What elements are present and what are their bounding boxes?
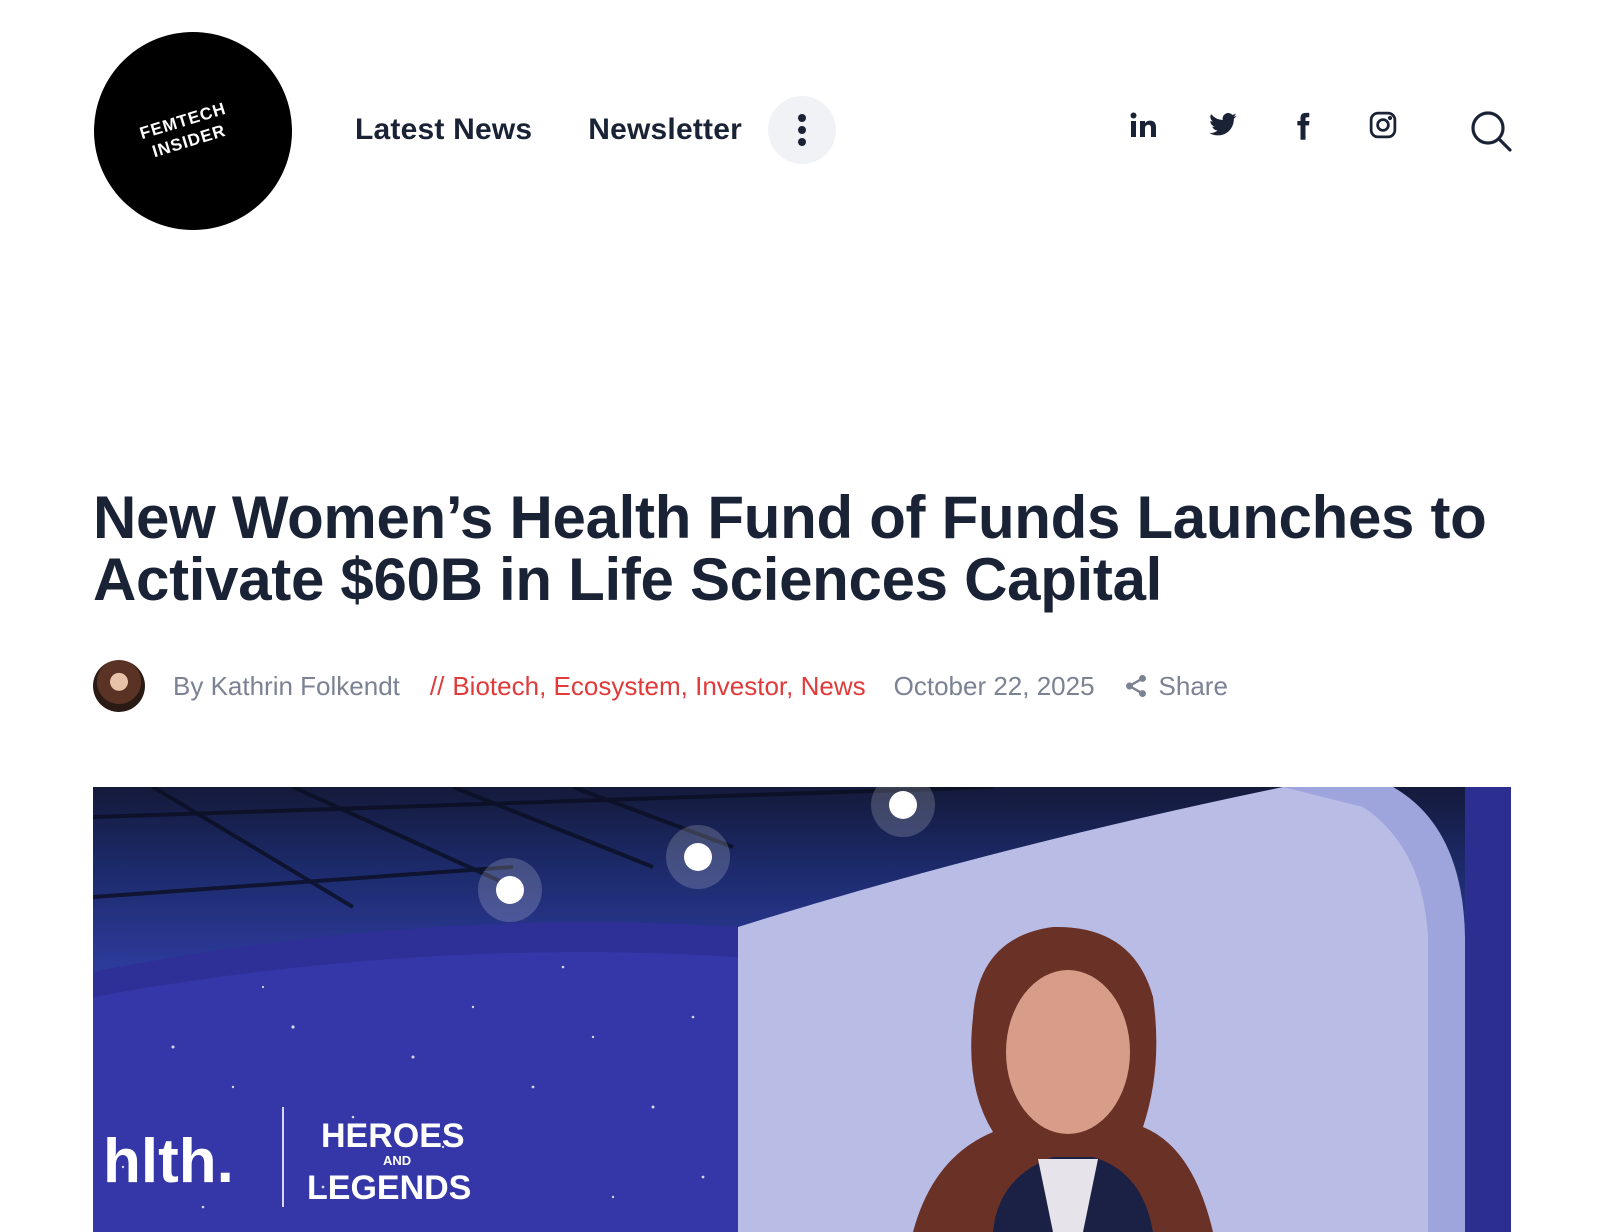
category-prefix: // (429, 670, 445, 701)
share-label: Share (1158, 670, 1228, 701)
article-categories[interactable]: //Biotech, Ecosystem, Investor, News (430, 671, 866, 702)
instagram-icon[interactable] (1368, 110, 1408, 150)
author-name[interactable]: By Kathrin Folkendt (173, 671, 400, 702)
svg-text:AND: AND (383, 1153, 411, 1168)
svg-text:hlth.: hlth. (103, 1127, 234, 1196)
svg-text:LEGENDS: LEGENDS (307, 1169, 471, 1207)
author-avatar[interactable] (93, 660, 145, 712)
main-nav: Latest News Newsletter (355, 96, 836, 164)
more-menu-button[interactable] (768, 96, 836, 164)
category-list[interactable]: Biotech, Ecosystem, Investor, News (452, 671, 865, 701)
featured-image: hlth. HEROES AND LEGENDS (93, 787, 1511, 1232)
nav-item-newsletter[interactable]: Newsletter (588, 113, 742, 147)
twitter-icon[interactable] (1208, 110, 1248, 150)
site-logo[interactable]: FEMTECH INSIDER (94, 32, 292, 230)
share-icon (1125, 674, 1146, 698)
article-title: New Women’s Health Fund of Funds Launche… (93, 484, 1487, 613)
nav-item-latest-news[interactable]: Latest News (355, 113, 532, 147)
search-icon[interactable] (1468, 108, 1516, 156)
share-button[interactable]: Share (1123, 671, 1228, 702)
article-date: October 22, 2025 (893, 670, 1095, 701)
article-meta: By Kathrin Folkendt //Biotech, Ecosystem… (93, 660, 1228, 712)
logo-text: FEMTECH INSIDER (118, 92, 255, 170)
svg-text:HEROES: HEROES (321, 1117, 465, 1155)
linkedin-icon[interactable] (1128, 110, 1168, 150)
facebook-icon[interactable] (1288, 110, 1328, 150)
vertical-dots-icon (798, 114, 806, 122)
